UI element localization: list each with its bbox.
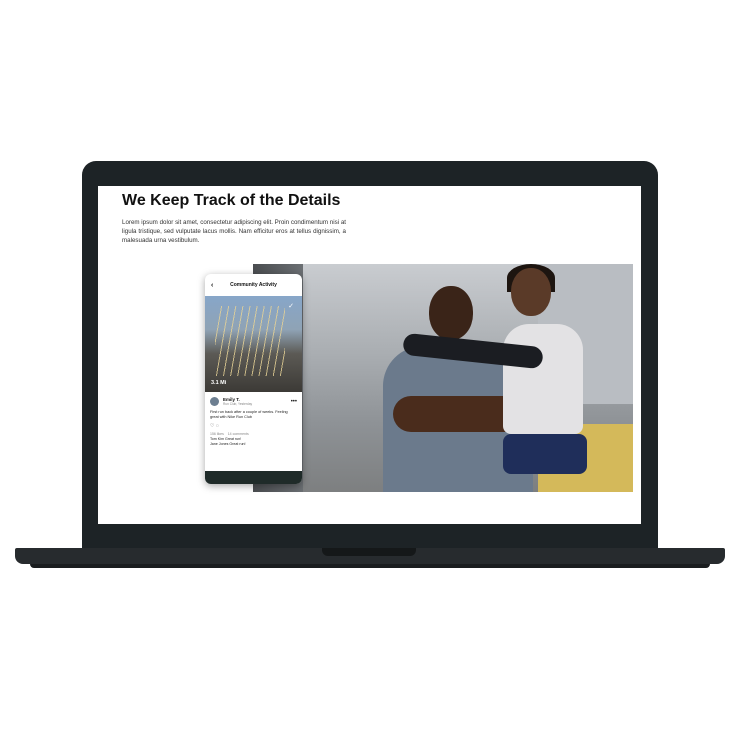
runners-photo <box>253 264 633 492</box>
page-title: We Keep Track of the Details <box>122 192 341 209</box>
bridge-photo: ✓ 3.1 Mi <box>205 296 302 392</box>
phone-header: ‹ Community Activity <box>205 274 302 296</box>
post-meta: 156 likes 14 comments <box>205 429 302 436</box>
comment-icon[interactable]: ◌ <box>216 423 219 429</box>
phone-mockup: ‹ Community Activity ✓ 3.1 Mi Emily T. R… <box>205 274 302 484</box>
run-distance: 3.1 Mi <box>211 380 227 386</box>
laptop-base-shadow <box>30 564 710 568</box>
phone-footer <box>205 471 302 484</box>
laptop-screen: We Keep Track of the Details Lorem ipsum… <box>98 186 641 524</box>
page-body-text: Lorem ipsum dolor sit amet, consectetur … <box>122 219 346 244</box>
runner-woman <box>402 264 603 492</box>
swoosh-icon: ✓ <box>288 303 294 310</box>
more-options-icon[interactable]: ••• <box>291 399 297 405</box>
phone-title: Community Activity <box>230 282 277 288</box>
laptop-notch <box>322 548 416 556</box>
post-actions: ♡ ◌ <box>205 420 302 429</box>
chevron-left-icon[interactable]: ‹ <box>211 282 221 289</box>
heart-icon[interactable]: ♡ <box>210 423 214 429</box>
post-text: First run back after a couple of weeks. … <box>210 410 288 419</box>
avatar[interactable] <box>210 397 219 406</box>
post-author: Emily T. Run Club, Yesterday ••• <box>205 392 302 406</box>
likes-count: 156 likes <box>210 432 224 436</box>
author-subtitle: Run Club, Yesterday <box>223 402 253 406</box>
comment-2: Jane Jones Great run! <box>210 442 246 446</box>
comments-count: 14 comments <box>227 432 249 436</box>
hero-image <box>253 264 633 492</box>
